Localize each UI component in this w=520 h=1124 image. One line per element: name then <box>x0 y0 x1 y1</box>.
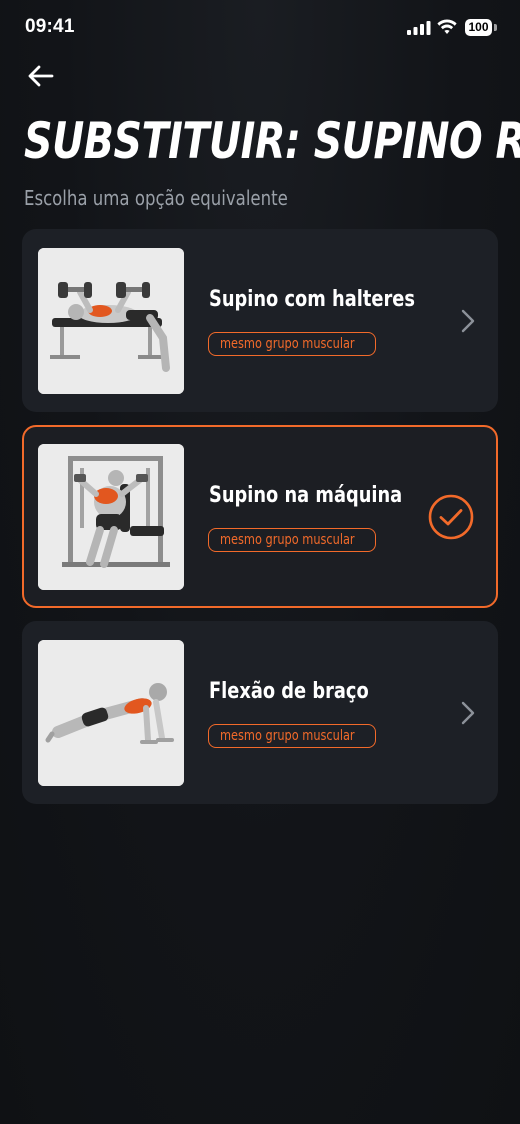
option-card-machine-press[interactable]: Supino na máquina mesmo grupo muscular <box>22 425 498 608</box>
muscle-group-badge: mesmo grupo muscular <box>208 528 376 552</box>
status-time: 09:41 <box>25 16 75 37</box>
arrow-left-icon <box>28 65 54 87</box>
battery-level: 100 <box>465 19 492 36</box>
option-list: Supino com halteres mesmo grupo muscular <box>22 229 498 817</box>
wifi-icon <box>437 19 457 34</box>
exercise-image <box>38 640 184 786</box>
exercise-image <box>38 444 184 590</box>
chevron-right-icon <box>461 309 475 333</box>
chevron-right-icon <box>461 701 475 725</box>
signal-icon <box>407 21 431 35</box>
option-title: Flexão de braço <box>209 679 369 704</box>
option-title: Supino com halteres <box>209 287 415 312</box>
option-card-push-up[interactable]: Flexão de braço mesmo grupo muscular <box>22 621 498 804</box>
option-card-dumbbell-press[interactable]: Supino com halteres mesmo grupo muscular <box>22 229 498 412</box>
status-bar: 09:41 100 <box>0 0 520 56</box>
exercise-image <box>38 248 184 394</box>
substitute-exercise-screen: 09:41 100 SUBSTITUIR: SUPINO RETO Escolh… <box>0 0 520 1124</box>
page-subtitle: Escolha uma opção equivalente <box>24 186 288 210</box>
page-title: SUBSTITUIR: SUPINO RETO <box>24 112 520 170</box>
check-circle-icon <box>428 494 474 540</box>
option-title: Supino na máquina <box>209 483 403 508</box>
back-button[interactable] <box>22 58 58 94</box>
battery-icon: 100 <box>465 19 497 37</box>
muscle-group-badge: mesmo grupo muscular <box>208 724 376 748</box>
muscle-group-badge: mesmo grupo muscular <box>208 332 376 356</box>
